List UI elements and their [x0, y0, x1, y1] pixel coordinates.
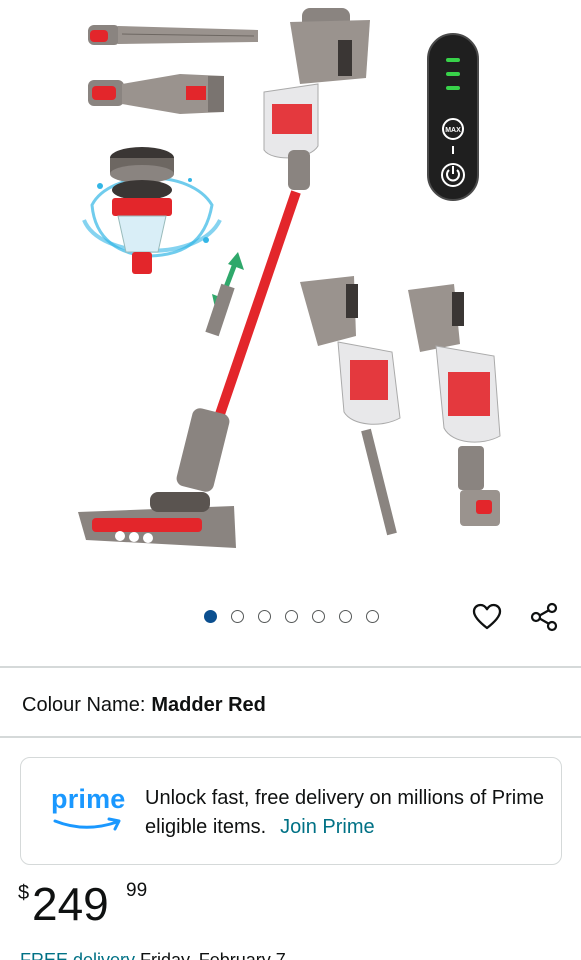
- delivery-prefix[interactable]: FREE delivery: [20, 950, 135, 960]
- section-divider: [0, 666, 581, 668]
- handheld-brush-image: [408, 284, 501, 526]
- carousel-dot[interactable]: [339, 609, 352, 623]
- colour-name-row: Colour Name: Madder Red: [22, 692, 266, 718]
- price-currency-symbol: $: [18, 882, 30, 904]
- carousel-dot[interactable]: [285, 609, 298, 623]
- price-whole: 249: [32, 878, 109, 930]
- price-fraction: 99: [126, 880, 148, 901]
- prime-upsell-card[interactable]: prime Unlock fast, free delivery on mill…: [20, 757, 562, 865]
- washable-filter-image: [82, 147, 222, 274]
- max-button-label: MAX: [445, 127, 461, 134]
- delivery-date: Friday, February 7: [140, 950, 286, 960]
- colour-name-label: Colour Name:: [22, 694, 146, 716]
- crevice-tool-image: [88, 25, 258, 45]
- colour-name-value: Madder Red: [151, 694, 266, 716]
- control-panel-image: MAX: [427, 33, 479, 201]
- carousel-dot[interactable]: [312, 609, 325, 623]
- product-illustration: MAX: [78, 8, 501, 548]
- share-button[interactable]: [527, 600, 561, 634]
- handheld-crevice-image: [300, 276, 401, 536]
- delivery-info: FREE delivery Friday, February 7: [20, 950, 286, 960]
- carousel-dot[interactable]: [366, 609, 379, 623]
- prime-smile-icon: [53, 817, 121, 831]
- heart-icon: [472, 603, 502, 630]
- join-prime-link[interactable]: Join Prime: [280, 816, 374, 838]
- brush-tool-image: [88, 74, 224, 114]
- prime-message: Unlock fast, free delivery on millions o…: [145, 784, 545, 842]
- share-icon: [530, 602, 558, 632]
- carousel-dot[interactable]: [258, 609, 271, 623]
- product-image[interactable]: MAX: [0, 0, 581, 595]
- wishlist-button[interactable]: [470, 600, 504, 634]
- section-divider: [0, 736, 581, 738]
- prime-logo: prime: [51, 784, 131, 834]
- prime-logo-text: prime: [51, 784, 126, 814]
- carousel-dot[interactable]: [204, 609, 217, 623]
- carousel-dot[interactable]: [231, 609, 244, 623]
- image-carousel-dots: [204, 609, 379, 623]
